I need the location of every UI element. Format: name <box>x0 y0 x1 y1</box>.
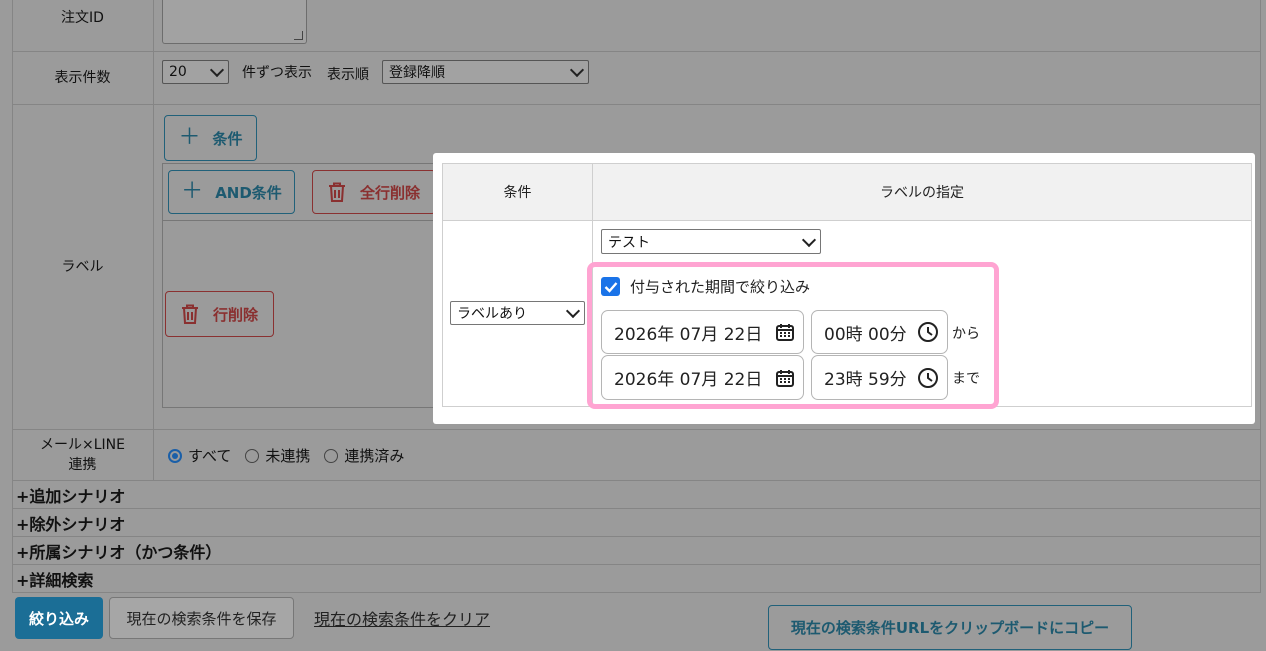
column-header-condition: 条件 <box>443 164 593 221</box>
section-detailed-search[interactable]: +詳細検索 <box>12 564 1261 592</box>
chevron-down-icon <box>801 232 817 247</box>
count-select-value: 20 <box>169 64 187 80</box>
radio-linked-label: 連携済み <box>344 447 405 465</box>
copy-url-button[interactable]: 現在の検索条件URLをクリップボードにコピー <box>768 605 1132 650</box>
plus-icon: ＋ <box>178 125 201 150</box>
chevron-down-icon <box>565 303 581 319</box>
clock-icon <box>918 367 938 388</box>
delete-row-button[interactable]: 行削除 <box>165 291 274 337</box>
from-date-value: 2026年 07月 22日 <box>614 324 763 345</box>
delete-all-rows-button[interactable]: 全行削除 <box>312 170 436 214</box>
plus-icon: ＋ <box>181 179 204 204</box>
add-condition-button[interactable]: ＋ 条件 <box>164 115 257 161</box>
period-filter-label: 付与された期間で絞り込み <box>630 278 811 296</box>
mail-line-label-line2: 連携 <box>68 457 97 473</box>
order-select[interactable]: 登録降順 <box>382 60 589 84</box>
and-condition-label: AND条件 <box>215 183 282 202</box>
section-excluded-scenario[interactable]: +除外シナリオ <box>12 508 1261 536</box>
order-select-value: 登録降順 <box>389 65 445 81</box>
column-header-label-spec: ラベルの指定 <box>593 164 1251 221</box>
label-select-value: テスト <box>608 234 650 251</box>
trash-icon <box>328 182 345 202</box>
chevron-down-icon <box>569 62 585 78</box>
count-suffix: 件ずつ表示 <box>242 65 312 81</box>
delete-all-label: 全行削除 <box>359 183 420 202</box>
from-time-value: 00時 00分 <box>824 324 907 345</box>
section-belonging-scenario[interactable]: +所属シナリオ（かつ条件） <box>12 536 1261 564</box>
from-time-input[interactable]: 00時 00分 <box>811 310 948 354</box>
display-count-label: 表示件数 <box>54 70 111 86</box>
period-filter-checkbox[interactable]: 付与された期間で絞り込み <box>601 276 810 297</box>
radio-all-label: すべて <box>188 447 232 465</box>
condition-select-value: ラベルあり <box>457 306 527 322</box>
mail-line-radio-group: すべて 未連携 連携済み <box>168 445 404 466</box>
order-id-label: 注文ID <box>61 9 104 26</box>
to-time-value: 23時 59分 <box>824 370 907 390</box>
to-time-input[interactable]: 23時 59分 <box>811 355 948 400</box>
radio-icon <box>245 448 260 463</box>
to-suffix: まで <box>952 371 980 387</box>
condition-select[interactable]: ラベルあり <box>450 301 585 325</box>
calendar-icon <box>776 324 794 341</box>
mail-line-label: メール×LINE 連携 <box>12 430 153 480</box>
from-date-input[interactable]: 2026年 07月 22日 <box>601 310 804 354</box>
to-date-value: 2026年 07月 22日 <box>614 370 763 390</box>
mail-line-label-line1: メール×LINE <box>40 437 125 453</box>
clock-icon <box>918 322 938 342</box>
order-id-textarea[interactable] <box>162 0 307 44</box>
radio-all[interactable]: すべて <box>168 445 231 466</box>
to-date-input[interactable]: 2026年 07月 22日 <box>601 355 804 400</box>
radio-unlinked-label: 未連携 <box>265 447 311 465</box>
count-select[interactable]: 20 <box>162 60 229 84</box>
radio-linked[interactable]: 連携済み <box>324 445 404 466</box>
radio-icon <box>324 448 339 463</box>
and-condition-button[interactable]: ＋ AND条件 <box>168 170 295 214</box>
label-select[interactable]: テスト <box>601 229 821 254</box>
checkbox-checked-icon <box>601 277 620 296</box>
trash-icon <box>181 304 198 324</box>
radio-unlinked[interactable]: 未連携 <box>245 445 310 466</box>
section-additional-scenario[interactable]: +追加シナリオ <box>12 480 1261 508</box>
radio-selected-icon <box>168 448 182 463</box>
filter-button[interactable]: 絞り込み <box>15 597 103 639</box>
add-condition-label: 条件 <box>212 129 243 148</box>
order-label: 表示順 <box>327 67 369 83</box>
calendar-icon <box>776 369 794 387</box>
from-suffix: から <box>952 326 980 342</box>
resize-grip-icon <box>294 31 303 40</box>
save-search-button[interactable]: 現在の検索条件を保存 <box>109 597 294 639</box>
label-row-label: ラベル <box>61 259 104 275</box>
clear-search-link[interactable]: 現在の検索条件をクリア <box>314 606 490 630</box>
delete-row-label: 行削除 <box>212 305 258 324</box>
chevron-down-icon <box>209 62 225 78</box>
